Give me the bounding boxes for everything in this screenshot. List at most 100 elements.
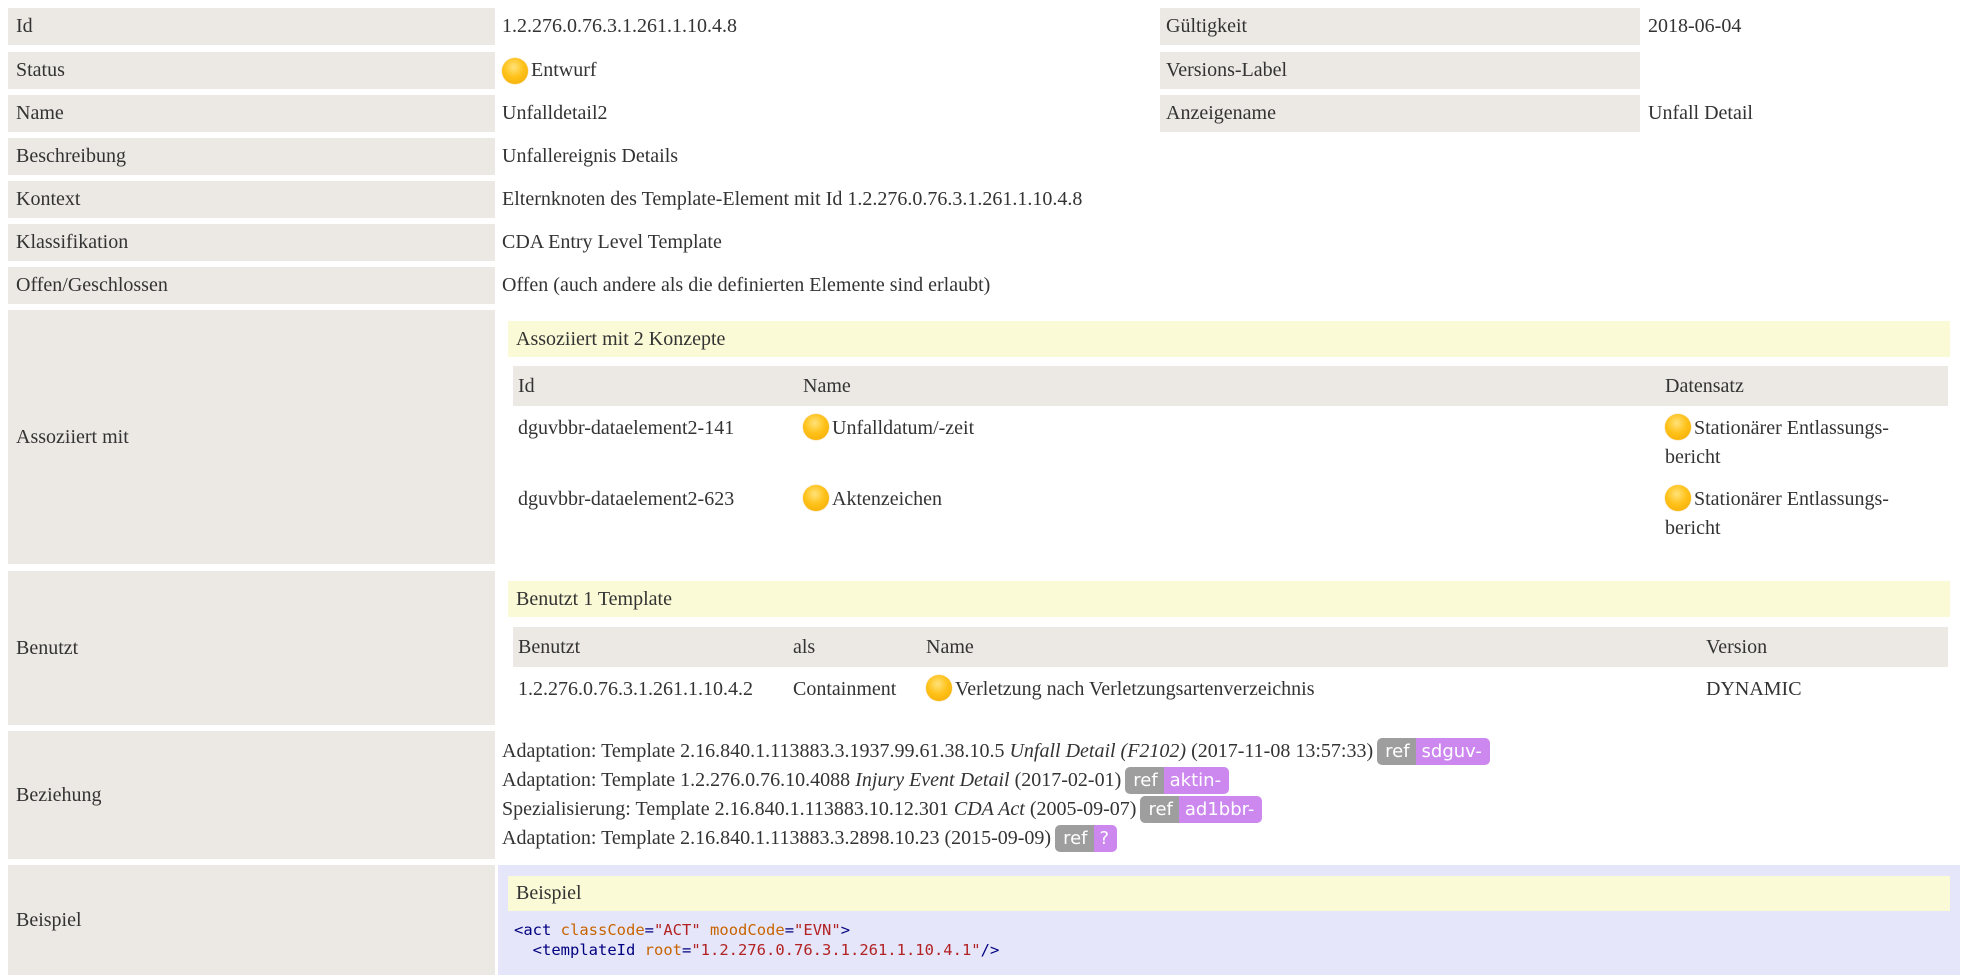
assoziiert-heading-text: Assoziiert mit 2 Konzepte bbox=[516, 327, 726, 350]
value-kontext: Elternknoten des Template-Element mit Id… bbox=[502, 188, 1083, 210]
label-benutzt: Benutzt bbox=[8, 571, 495, 725]
prefix-label: aktin- bbox=[1163, 767, 1230, 794]
beziehung-item-4-ref-badge[interactable]: ref? bbox=[1055, 825, 1118, 852]
assoziiert-col-datensatz: Datensatz bbox=[1665, 374, 1744, 397]
label-name: Name bbox=[8, 95, 495, 132]
benutzt-row-1-als: Containment bbox=[793, 678, 897, 700]
assoziiert-row-1-name-text: Unfalldatum/-zeit bbox=[832, 417, 975, 439]
label-offen: Offen/Geschlossen bbox=[8, 267, 495, 304]
beziehung-item-3-ref-badge[interactable]: ref ad1bbr- bbox=[1140, 796, 1263, 823]
label-kontext: Kontext bbox=[8, 181, 495, 218]
label-assoziiert-text: Assoziiert mit bbox=[16, 425, 129, 448]
assoziiert-heading: Assoziiert mit 2 Konzepte bbox=[508, 321, 1950, 357]
code-attr-root: root bbox=[644, 941, 682, 959]
assoziiert-col-id: Id bbox=[518, 374, 535, 397]
beziehung-item-2-suffix: (2017-02-01) bbox=[1009, 769, 1122, 791]
concept-draft-icon bbox=[803, 485, 829, 511]
value-anzeigename: Unfall Detail bbox=[1648, 102, 1753, 124]
assoziiert-row-1-dataset[interactable]: Stationärer Entlassungs-bericht bbox=[1665, 414, 1889, 472]
label-id-text: Id bbox=[16, 15, 33, 37]
label-anzeigename-text: Anzeigename bbox=[1166, 102, 1276, 124]
code-act-tag: <act bbox=[514, 921, 552, 939]
ref-label: ref bbox=[1377, 738, 1416, 765]
label-beschreibung-text: Beschreibung bbox=[16, 145, 126, 167]
code-value-evn: "EVN" bbox=[794, 921, 841, 939]
beziehung-item-2: Adaptation: Template 1.2.276.0.76.10.408… bbox=[502, 766, 1230, 795]
benutzt-row-1-name[interactable]: Verletzung nach Verletzungsartenverzeich… bbox=[926, 675, 1314, 704]
beziehung-item-1: Adaptation: Template 2.16.840.1.113883.3… bbox=[502, 737, 1490, 766]
value-name: Unfalldetail2 bbox=[502, 102, 608, 124]
beispiel-heading-text: Beispiel bbox=[516, 882, 582, 904]
label-beschreibung: Beschreibung bbox=[8, 138, 495, 175]
code-equals: = bbox=[784, 921, 795, 939]
beziehung-item-2-prefix: Adaptation: Template 1.2.276.0.76.10.408… bbox=[502, 769, 856, 791]
code-value-act: "ACT" bbox=[654, 921, 701, 939]
beziehung-item-3: Spezialisierung: Template 2.16.840.1.113… bbox=[502, 795, 1263, 824]
value-offen: Offen (auch andere als die definierten E… bbox=[502, 274, 991, 296]
code-value-root: "1.2.276.0.76.3.1.261.1.10.4.1" bbox=[691, 941, 981, 959]
label-gueltigkeit-text: Gültigkeit bbox=[1166, 15, 1248, 37]
label-gueltigkeit: Gültigkeit bbox=[1160, 8, 1640, 45]
beziehung-item-4: Adaptation: Template 2.16.840.1.113883.3… bbox=[502, 824, 1118, 853]
beziehung-item-2-title[interactable]: Injury Event Detail bbox=[855, 769, 1009, 792]
code-attr-moodcode: moodCode bbox=[710, 921, 785, 939]
assoziiert-row-2-dataset[interactable]: Stationärer Entlassungs-bericht bbox=[1665, 485, 1889, 543]
beziehung-item-1-ref-badge[interactable]: ref sdguv- bbox=[1377, 738, 1490, 765]
benutzt-col-name: Name bbox=[926, 635, 974, 658]
beziehung-item-3-title[interactable]: CDA Act bbox=[954, 798, 1025, 821]
assoziiert-row-2-id[interactable]: dguvbbr-dataelement2-623 bbox=[518, 485, 734, 514]
label-id: Id bbox=[8, 8, 495, 45]
code-equals: = bbox=[644, 921, 655, 939]
assoziiert-row-1-dataset-line1: Stationärer Entlassungs- bbox=[1694, 417, 1889, 439]
label-beispiel-text: Beispiel bbox=[16, 908, 82, 931]
label-klassifikation: Klassifikation bbox=[8, 224, 495, 261]
assoziiert-row-2-dataset-line1: Stationärer Entlassungs- bbox=[1694, 488, 1889, 510]
prefix-label: ? bbox=[1093, 825, 1118, 852]
benutzt-col-benutzt: Benutzt bbox=[518, 635, 581, 658]
prefix-label: ad1bbr- bbox=[1178, 796, 1263, 823]
ref-label: ref bbox=[1140, 796, 1179, 823]
value-klassifikation: CDA Entry Level Template bbox=[502, 231, 722, 253]
template-draft-icon bbox=[926, 675, 952, 701]
status-text: Entwurf bbox=[531, 59, 597, 81]
label-kontext-text: Kontext bbox=[16, 188, 81, 210]
beispiel-code: <act classCode="ACT" moodCode="EVN"> <te… bbox=[514, 920, 999, 960]
assoziiert-row-1-name[interactable]: Unfalldatum/-zeit bbox=[803, 414, 974, 443]
assoziiert-row-2-dataset-line2: bericht bbox=[1665, 517, 1721, 539]
assoziiert-row-1-id[interactable]: dguvbbr-dataelement2-141 bbox=[518, 414, 734, 443]
value-id: 1.2.276.0.76.3.1.261.1.10.4.8 bbox=[502, 15, 737, 37]
label-status-text: Status bbox=[16, 59, 65, 81]
label-beispiel: Beispiel bbox=[8, 865, 495, 975]
label-beziehung-text: Beziehung bbox=[16, 783, 102, 806]
value-gueltigkeit: 2018-06-04 bbox=[1648, 15, 1742, 37]
assoziiert-row-2-name-text: Aktenzeichen bbox=[832, 488, 942, 510]
ref-label: ref bbox=[1125, 767, 1164, 794]
label-klassifikation-text: Klassifikation bbox=[16, 231, 129, 253]
benutzt-row-1-version: DYNAMIC bbox=[1706, 678, 1802, 700]
code-tag-close: > bbox=[840, 921, 851, 939]
beziehung-item-2-ref-badge[interactable]: ref aktin- bbox=[1125, 767, 1230, 794]
benutzt-col-version: Version bbox=[1706, 635, 1768, 658]
beziehung-item-3-prefix: Spezialisierung: Template 2.16.840.1.113… bbox=[502, 798, 954, 820]
code-templateid-tag: <templateId bbox=[532, 941, 636, 959]
label-assoziiert: Assoziiert mit bbox=[8, 310, 495, 564]
code-attr-classcode: classCode bbox=[560, 921, 645, 939]
label-offen-text: Offen/Geschlossen bbox=[16, 274, 168, 296]
beziehung-item-3-suffix: (2005-09-07) bbox=[1024, 798, 1137, 820]
benutzt-heading: Benutzt 1 Template bbox=[508, 581, 1950, 617]
label-versions-label: Versions-Label bbox=[1160, 52, 1640, 89]
value-status: Entwurf bbox=[502, 52, 597, 89]
benutzt-row-1-name-text: Verletzung nach Verletzungsartenverzeich… bbox=[955, 678, 1315, 700]
benutzt-row-1-id[interactable]: 1.2.276.0.76.3.1.261.1.10.4.2 bbox=[518, 675, 753, 704]
label-benutzt-text: Benutzt bbox=[16, 636, 79, 659]
label-beziehung: Beziehung bbox=[8, 731, 495, 859]
concept-draft-icon bbox=[803, 414, 829, 440]
beziehung-item-1-title[interactable]: Unfall Detail (F2102) bbox=[1009, 740, 1186, 763]
assoziiert-col-name: Name bbox=[803, 374, 851, 397]
assoziiert-row-2-name[interactable]: Aktenzeichen bbox=[803, 485, 942, 514]
benutzt-heading-text: Benutzt 1 Template bbox=[516, 587, 672, 610]
beziehung-item-1-suffix: (2017-11-08 13:57:33) bbox=[1186, 740, 1374, 762]
beziehung-item-1-prefix: Adaptation: Template 2.16.840.1.113883.3… bbox=[502, 740, 1010, 762]
prefix-label: sdguv- bbox=[1415, 738, 1490, 765]
status-draft-icon bbox=[502, 57, 528, 84]
